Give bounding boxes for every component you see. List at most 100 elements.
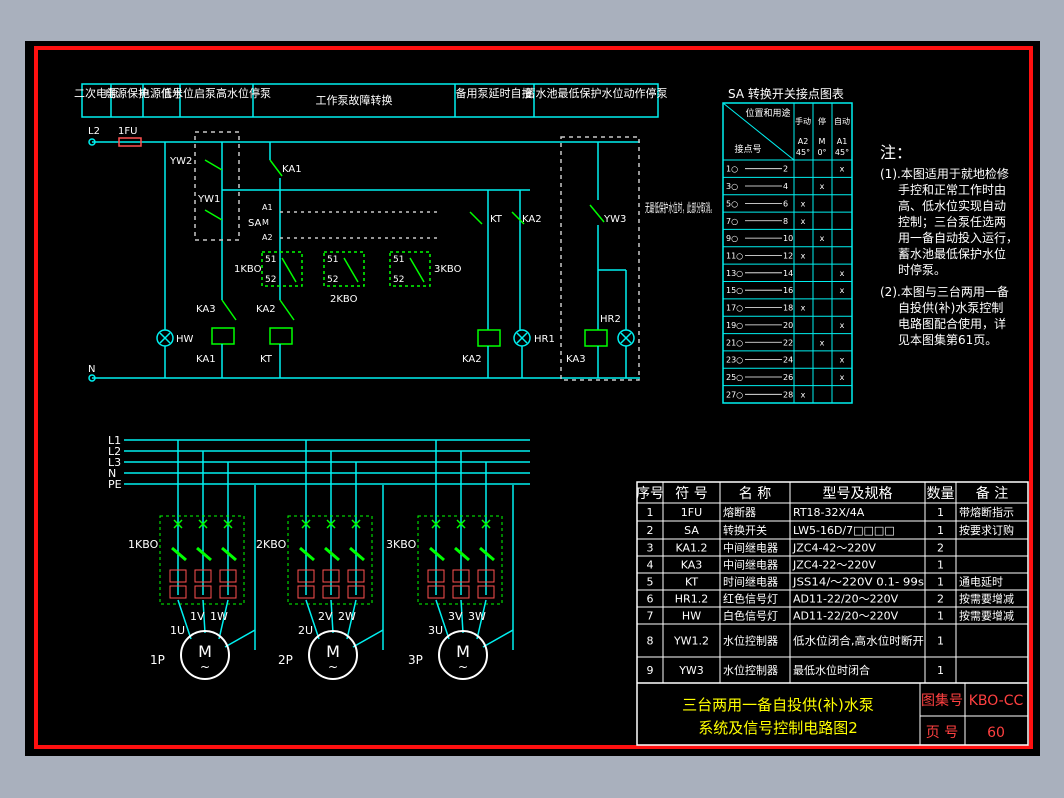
page-value: 60	[987, 725, 1005, 741]
sa-contact-b: 10	[783, 234, 793, 243]
sa-mark: x	[840, 373, 845, 382]
bom-cell: KA1.2	[675, 542, 707, 555]
bom-cell: 1	[647, 506, 654, 519]
label-n: N	[88, 364, 95, 375]
label-1fu: 1FU	[118, 126, 137, 137]
bom-cell: 2	[937, 542, 944, 555]
sa-col-sym-0: A2	[798, 137, 809, 146]
sa-contact-a: 19○	[726, 321, 743, 330]
sa-contact-a: 7○	[726, 217, 738, 226]
label-ka1-coil: KA1	[196, 354, 216, 365]
bom-cell: 2	[937, 593, 944, 606]
pump-label: 2P	[278, 653, 293, 667]
bom-header: 型号及规格	[823, 486, 893, 502]
bom-cell: 通电延时	[959, 576, 1003, 589]
pin-51-a: 51	[265, 255, 276, 265]
bom-cell: 按需要增减	[959, 609, 1014, 623]
label-yw3: YW3	[603, 214, 626, 225]
control-note: 无最低保护水位时，此部分取消。	[645, 200, 715, 215]
motor-m: M	[326, 642, 340, 661]
bom-cell: 9	[647, 664, 654, 677]
label-kt: KT	[490, 214, 503, 225]
sa-contact-b: 18	[783, 304, 793, 313]
bom-title-line1: 三台两用一备自投供(补)水泵	[682, 696, 874, 714]
page-label: 页 号	[926, 725, 958, 741]
bom-cell: JZC4-42～220V	[792, 542, 876, 555]
sa-contact-b: 12	[783, 251, 793, 260]
bom-cell: 中间继电器	[723, 542, 778, 555]
pin-52-a: 52	[265, 275, 276, 285]
bom-cell: 水位控制器	[723, 663, 778, 677]
bom-header: 序号	[636, 486, 664, 502]
sa-mark: x	[820, 234, 825, 243]
sa-contact-b: 20	[783, 321, 793, 330]
atlas-value: KBO-CC	[969, 693, 1024, 709]
bom-cell: 按要求订购	[959, 523, 1014, 537]
bom-cell: 1	[937, 610, 944, 623]
sa-contact-b: 4	[783, 182, 788, 191]
sa-contact-a: 23○	[726, 356, 743, 365]
bom-cell: AD11-22/20～220V	[793, 610, 899, 623]
sa-contact-a: 13○	[726, 269, 743, 278]
note-line: 高、低水位实现自动	[898, 198, 1006, 213]
bom-cell: YW3	[678, 664, 704, 677]
label-kt-coil: KT	[260, 354, 273, 365]
label-ka3: KA3	[196, 304, 216, 315]
motor-m: M	[456, 642, 470, 661]
sa-col-pos-1: 停	[818, 116, 826, 126]
bom-cell: KT	[685, 576, 698, 589]
terminal-w: 2W	[338, 610, 356, 623]
bom-cell: KA3	[681, 559, 703, 572]
note-line: 蓄水池最低保护水位	[898, 246, 1006, 261]
terminal-u: 2U	[298, 624, 313, 637]
bom-cell: 熔断器	[723, 505, 756, 519]
bom-cell: 1	[937, 559, 944, 572]
bom-cell: 4	[647, 559, 654, 572]
bom-cell: JSS14/～220V 0.1- 99s	[792, 576, 924, 589]
pin-52-c: 52	[393, 275, 404, 285]
note-line: 控制；三台泵任选两	[898, 214, 1006, 229]
bom-cell: 1FU	[681, 506, 702, 519]
motor-m: M	[198, 642, 212, 661]
bom-cell: 低水位闭合,高水位时断开	[793, 634, 924, 648]
sa-col-pos-0: 手动	[795, 116, 811, 126]
sa-diag-top: 位置和用途	[745, 107, 790, 119]
hdr-4: 工作泵故障转换	[316, 93, 393, 107]
note-line: (1).本图适用于就地检修	[880, 166, 1009, 181]
label-3kbo: 3KBO	[434, 264, 462, 275]
bom-cell: 时间继电器	[723, 576, 778, 589]
pin-52-b: 52	[327, 275, 338, 285]
label-a2: A2	[262, 233, 273, 242]
label-2kbo: 2KBO	[330, 294, 358, 305]
bom-cell: 转换开关	[723, 523, 767, 537]
sa-col-ang-2: 45°	[835, 148, 849, 157]
label-yw1: YW1	[197, 194, 220, 205]
sa-contact-b: 2	[783, 165, 788, 174]
sa-col-ang-0: 45°	[796, 148, 810, 157]
bom-cell: 1	[937, 664, 944, 677]
motor-tilde: ~	[200, 660, 210, 674]
bom-cell: LW5-16D/7□□□□	[793, 524, 895, 537]
label-ka1: KA1	[282, 164, 302, 175]
sa-contact-b: 26	[783, 373, 793, 382]
terminal-u: 1U	[170, 624, 185, 637]
label-sa: SA	[248, 218, 262, 229]
kbo-label: 1KBO	[128, 538, 159, 551]
note-line: 见本图集第61页。	[898, 332, 997, 347]
kbo-label: 3KBO	[386, 538, 417, 551]
label-hr1: HR1	[534, 334, 555, 345]
bom-cell: JZC4-22～220V	[792, 559, 876, 572]
terminal-u: 3U	[428, 624, 443, 637]
bom-table: 序号符 号 名 称 型号及规格 数量 备 注 1 1FU 熔断器 RT18-32X/4A 1 带熔断…	[636, 481, 1029, 746]
sa-mark: x	[840, 165, 845, 174]
bom-cell: 1	[937, 635, 944, 648]
label-yw2: YW2	[169, 156, 192, 167]
bom-cell: RT18-32X/4A	[793, 506, 865, 519]
label-l2: L2	[88, 126, 100, 137]
sa-table-title: SA 转换开关接点图表	[728, 86, 844, 101]
bom-header: 名 称	[739, 486, 771, 502]
sa-contact-b: 16	[783, 286, 793, 295]
motor-tilde: ~	[458, 660, 468, 674]
sa-mark: x	[820, 182, 825, 191]
bom-cell: 最低水位时闭合	[793, 663, 870, 677]
